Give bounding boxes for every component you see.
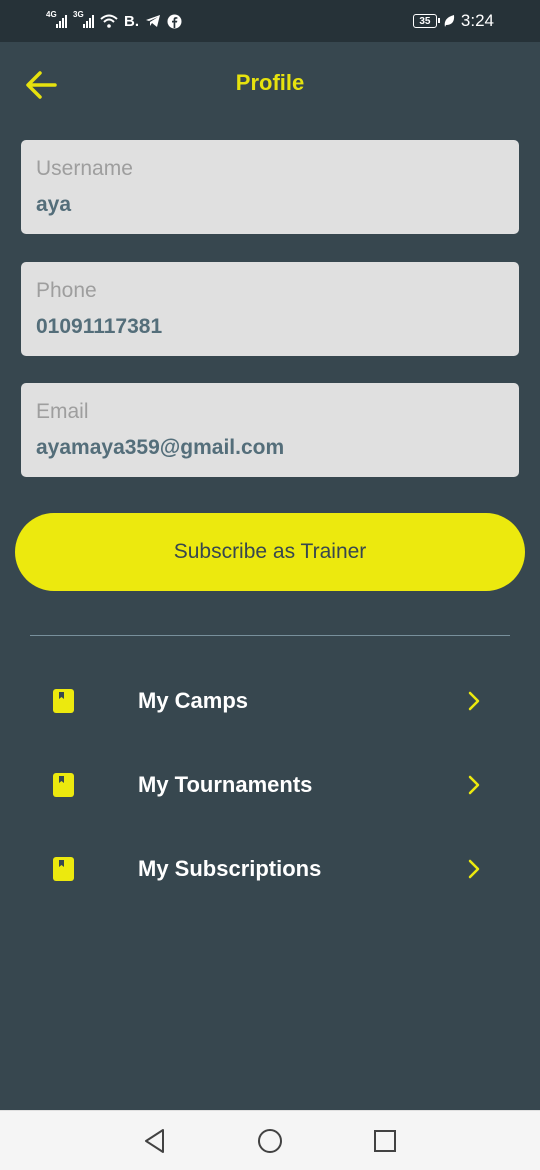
signal-4g-icon: 4G bbox=[46, 10, 67, 28]
facebook-icon bbox=[167, 14, 182, 28]
chevron-right-icon bbox=[468, 775, 480, 795]
carrier-label: B. bbox=[124, 12, 139, 30]
username-label: Username bbox=[36, 157, 133, 180]
menu-item-label: My Tournaments bbox=[138, 772, 313, 797]
signal-3g-icon: 3G bbox=[73, 10, 94, 28]
square-recents-icon bbox=[374, 1130, 396, 1152]
phone-field[interactable]: Phone 01091117381 bbox=[21, 262, 519, 356]
clock: 3:24 bbox=[460, 11, 494, 30]
status-left: 4G 3G B. bbox=[46, 10, 182, 32]
divider bbox=[30, 635, 510, 636]
nav-back-button[interactable] bbox=[141, 1127, 169, 1155]
email-field[interactable]: Email ayamaya359@gmail.com bbox=[21, 383, 519, 477]
menu-item-label: My Camps bbox=[138, 688, 249, 713]
battery-level: 35 bbox=[419, 15, 431, 27]
chevron-right-icon bbox=[468, 691, 480, 711]
app-bar: Profile bbox=[0, 42, 540, 126]
subscribe-as-trainer-button[interactable]: Subscribe as Trainer bbox=[15, 513, 525, 591]
menu-item-my-subscriptions[interactable]: My Subscriptions bbox=[0, 834, 540, 904]
leaf-icon bbox=[444, 15, 455, 27]
wifi-icon bbox=[100, 14, 118, 28]
book-icon bbox=[53, 857, 74, 881]
status-bar: 4G 3G B. 35 3:24 bbox=[0, 0, 540, 42]
circle-home-icon bbox=[258, 1129, 282, 1153]
phone-label: Phone bbox=[36, 279, 97, 302]
page-title: Profile bbox=[235, 70, 305, 95]
phone-value: 01091117381 bbox=[36, 315, 163, 338]
triangle-back-icon bbox=[145, 1129, 164, 1153]
battery-icon: 35 bbox=[412, 14, 440, 28]
system-navigation-bar bbox=[0, 1110, 540, 1170]
status-right: 35 3:24 bbox=[412, 10, 494, 32]
email-label: Email bbox=[36, 400, 89, 423]
email-value: ayamaya359@gmail.com bbox=[36, 436, 285, 459]
chevron-right-icon bbox=[468, 859, 480, 879]
book-icon bbox=[53, 773, 74, 797]
nav-home-button[interactable] bbox=[256, 1127, 284, 1155]
username-value: aya bbox=[36, 193, 72, 216]
menu-item-my-tournaments[interactable]: My Tournaments bbox=[0, 750, 540, 820]
network-type-label: 4G bbox=[46, 10, 57, 19]
menu-item-label: My Subscriptions bbox=[138, 856, 322, 881]
telegram-icon bbox=[146, 15, 160, 27]
nav-recents-button[interactable] bbox=[371, 1127, 399, 1155]
book-icon bbox=[53, 689, 74, 713]
network-type-label: 3G bbox=[73, 10, 84, 19]
menu-item-my-camps[interactable]: My Camps bbox=[0, 666, 540, 736]
username-field[interactable]: Username aya bbox=[21, 140, 519, 234]
